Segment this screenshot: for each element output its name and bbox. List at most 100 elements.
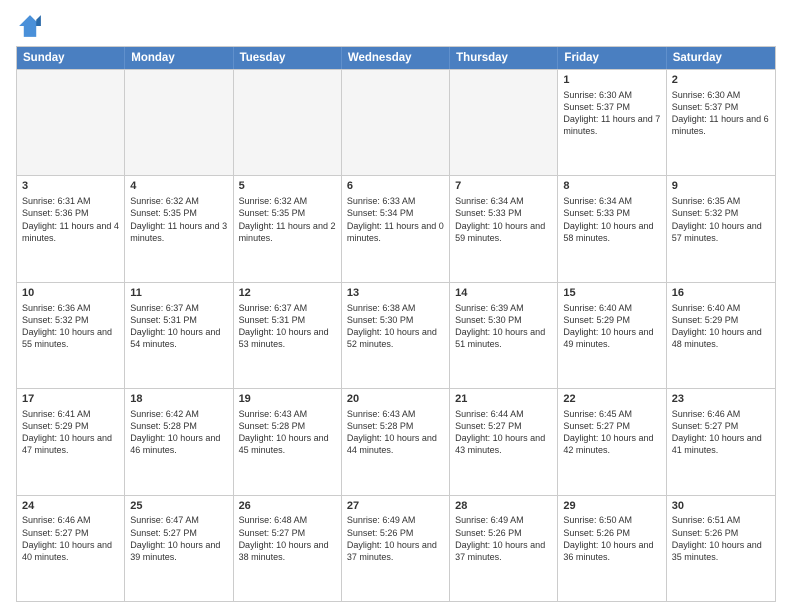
day-cell-8: 8Sunrise: 6:34 AM Sunset: 5:33 PM Daylig… xyxy=(558,176,666,281)
calendar-body: 1Sunrise: 6:30 AM Sunset: 5:37 PM Daylig… xyxy=(17,69,775,601)
day-info: Sunrise: 6:49 AM Sunset: 5:26 PM Dayligh… xyxy=(347,514,444,563)
day-number: 23 xyxy=(672,392,770,407)
day-info: Sunrise: 6:49 AM Sunset: 5:26 PM Dayligh… xyxy=(455,514,552,563)
empty-cell xyxy=(125,70,233,175)
day-number: 13 xyxy=(347,286,444,301)
day-cell-29: 29Sunrise: 6:50 AM Sunset: 5:26 PM Dayli… xyxy=(558,496,666,601)
day-info: Sunrise: 6:50 AM Sunset: 5:26 PM Dayligh… xyxy=(563,514,660,563)
day-info: Sunrise: 6:34 AM Sunset: 5:33 PM Dayligh… xyxy=(563,195,660,244)
day-number: 18 xyxy=(130,392,227,407)
day-info: Sunrise: 6:51 AM Sunset: 5:26 PM Dayligh… xyxy=(672,514,770,563)
week-row-1: 3Sunrise: 6:31 AM Sunset: 5:36 PM Daylig… xyxy=(17,175,775,281)
day-cell-7: 7Sunrise: 6:34 AM Sunset: 5:33 PM Daylig… xyxy=(450,176,558,281)
day-number: 26 xyxy=(239,499,336,514)
day-number: 25 xyxy=(130,499,227,514)
day-cell-4: 4Sunrise: 6:32 AM Sunset: 5:35 PM Daylig… xyxy=(125,176,233,281)
day-info: Sunrise: 6:36 AM Sunset: 5:32 PM Dayligh… xyxy=(22,302,119,351)
empty-cell xyxy=(450,70,558,175)
page: SundayMondayTuesdayWednesdayThursdayFrid… xyxy=(0,0,792,612)
day-info: Sunrise: 6:32 AM Sunset: 5:35 PM Dayligh… xyxy=(239,195,336,244)
week-row-0: 1Sunrise: 6:30 AM Sunset: 5:37 PM Daylig… xyxy=(17,69,775,175)
day-cell-28: 28Sunrise: 6:49 AM Sunset: 5:26 PM Dayli… xyxy=(450,496,558,601)
calendar: SundayMondayTuesdayWednesdayThursdayFrid… xyxy=(16,46,776,602)
day-header-wednesday: Wednesday xyxy=(342,47,450,69)
day-info: Sunrise: 6:33 AM Sunset: 5:34 PM Dayligh… xyxy=(347,195,444,244)
day-info: Sunrise: 6:31 AM Sunset: 5:36 PM Dayligh… xyxy=(22,195,119,244)
logo-icon xyxy=(16,12,44,40)
day-number: 2 xyxy=(672,73,770,88)
day-info: Sunrise: 6:30 AM Sunset: 5:37 PM Dayligh… xyxy=(672,89,770,138)
day-info: Sunrise: 6:43 AM Sunset: 5:28 PM Dayligh… xyxy=(239,408,336,457)
day-cell-2: 2Sunrise: 6:30 AM Sunset: 5:37 PM Daylig… xyxy=(667,70,775,175)
day-cell-10: 10Sunrise: 6:36 AM Sunset: 5:32 PM Dayli… xyxy=(17,283,125,388)
day-info: Sunrise: 6:38 AM Sunset: 5:30 PM Dayligh… xyxy=(347,302,444,351)
empty-cell xyxy=(17,70,125,175)
day-info: Sunrise: 6:46 AM Sunset: 5:27 PM Dayligh… xyxy=(672,408,770,457)
day-info: Sunrise: 6:48 AM Sunset: 5:27 PM Dayligh… xyxy=(239,514,336,563)
day-cell-26: 26Sunrise: 6:48 AM Sunset: 5:27 PM Dayli… xyxy=(234,496,342,601)
day-info: Sunrise: 6:45 AM Sunset: 5:27 PM Dayligh… xyxy=(563,408,660,457)
day-number: 27 xyxy=(347,499,444,514)
day-number: 29 xyxy=(563,499,660,514)
day-info: Sunrise: 6:42 AM Sunset: 5:28 PM Dayligh… xyxy=(130,408,227,457)
day-header-thursday: Thursday xyxy=(450,47,558,69)
day-info: Sunrise: 6:43 AM Sunset: 5:28 PM Dayligh… xyxy=(347,408,444,457)
day-cell-21: 21Sunrise: 6:44 AM Sunset: 5:27 PM Dayli… xyxy=(450,389,558,494)
day-cell-5: 5Sunrise: 6:32 AM Sunset: 5:35 PM Daylig… xyxy=(234,176,342,281)
day-number: 30 xyxy=(672,499,770,514)
week-row-3: 17Sunrise: 6:41 AM Sunset: 5:29 PM Dayli… xyxy=(17,388,775,494)
day-number: 12 xyxy=(239,286,336,301)
calendar-header: SundayMondayTuesdayWednesdayThursdayFrid… xyxy=(17,47,775,69)
day-cell-30: 30Sunrise: 6:51 AM Sunset: 5:26 PM Dayli… xyxy=(667,496,775,601)
day-number: 21 xyxy=(455,392,552,407)
day-info: Sunrise: 6:39 AM Sunset: 5:30 PM Dayligh… xyxy=(455,302,552,351)
day-cell-25: 25Sunrise: 6:47 AM Sunset: 5:27 PM Dayli… xyxy=(125,496,233,601)
day-cell-3: 3Sunrise: 6:31 AM Sunset: 5:36 PM Daylig… xyxy=(17,176,125,281)
header xyxy=(16,12,776,40)
day-cell-1: 1Sunrise: 6:30 AM Sunset: 5:37 PM Daylig… xyxy=(558,70,666,175)
day-info: Sunrise: 6:40 AM Sunset: 5:29 PM Dayligh… xyxy=(672,302,770,351)
day-cell-18: 18Sunrise: 6:42 AM Sunset: 5:28 PM Dayli… xyxy=(125,389,233,494)
day-header-monday: Monday xyxy=(125,47,233,69)
day-cell-13: 13Sunrise: 6:38 AM Sunset: 5:30 PM Dayli… xyxy=(342,283,450,388)
day-info: Sunrise: 6:37 AM Sunset: 5:31 PM Dayligh… xyxy=(130,302,227,351)
day-number: 14 xyxy=(455,286,552,301)
day-cell-27: 27Sunrise: 6:49 AM Sunset: 5:26 PM Dayli… xyxy=(342,496,450,601)
day-number: 11 xyxy=(130,286,227,301)
day-cell-6: 6Sunrise: 6:33 AM Sunset: 5:34 PM Daylig… xyxy=(342,176,450,281)
day-cell-23: 23Sunrise: 6:46 AM Sunset: 5:27 PM Dayli… xyxy=(667,389,775,494)
day-cell-9: 9Sunrise: 6:35 AM Sunset: 5:32 PM Daylig… xyxy=(667,176,775,281)
day-header-sunday: Sunday xyxy=(17,47,125,69)
day-number: 10 xyxy=(22,286,119,301)
empty-cell xyxy=(234,70,342,175)
day-number: 16 xyxy=(672,286,770,301)
empty-cell xyxy=(342,70,450,175)
day-header-friday: Friday xyxy=(558,47,666,69)
day-cell-16: 16Sunrise: 6:40 AM Sunset: 5:29 PM Dayli… xyxy=(667,283,775,388)
day-number: 4 xyxy=(130,179,227,194)
day-info: Sunrise: 6:44 AM Sunset: 5:27 PM Dayligh… xyxy=(455,408,552,457)
day-cell-17: 17Sunrise: 6:41 AM Sunset: 5:29 PM Dayli… xyxy=(17,389,125,494)
day-number: 28 xyxy=(455,499,552,514)
day-cell-11: 11Sunrise: 6:37 AM Sunset: 5:31 PM Dayli… xyxy=(125,283,233,388)
week-row-4: 24Sunrise: 6:46 AM Sunset: 5:27 PM Dayli… xyxy=(17,495,775,601)
day-number: 19 xyxy=(239,392,336,407)
day-info: Sunrise: 6:37 AM Sunset: 5:31 PM Dayligh… xyxy=(239,302,336,351)
day-info: Sunrise: 6:40 AM Sunset: 5:29 PM Dayligh… xyxy=(563,302,660,351)
day-cell-15: 15Sunrise: 6:40 AM Sunset: 5:29 PM Dayli… xyxy=(558,283,666,388)
day-number: 8 xyxy=(563,179,660,194)
week-row-2: 10Sunrise: 6:36 AM Sunset: 5:32 PM Dayli… xyxy=(17,282,775,388)
day-info: Sunrise: 6:30 AM Sunset: 5:37 PM Dayligh… xyxy=(563,89,660,138)
day-header-saturday: Saturday xyxy=(667,47,775,69)
day-info: Sunrise: 6:32 AM Sunset: 5:35 PM Dayligh… xyxy=(130,195,227,244)
logo xyxy=(16,12,48,40)
day-number: 20 xyxy=(347,392,444,407)
day-number: 15 xyxy=(563,286,660,301)
day-info: Sunrise: 6:41 AM Sunset: 5:29 PM Dayligh… xyxy=(22,408,119,457)
day-info: Sunrise: 6:34 AM Sunset: 5:33 PM Dayligh… xyxy=(455,195,552,244)
day-number: 7 xyxy=(455,179,552,194)
day-number: 6 xyxy=(347,179,444,194)
day-info: Sunrise: 6:35 AM Sunset: 5:32 PM Dayligh… xyxy=(672,195,770,244)
day-header-tuesday: Tuesday xyxy=(234,47,342,69)
day-cell-14: 14Sunrise: 6:39 AM Sunset: 5:30 PM Dayli… xyxy=(450,283,558,388)
